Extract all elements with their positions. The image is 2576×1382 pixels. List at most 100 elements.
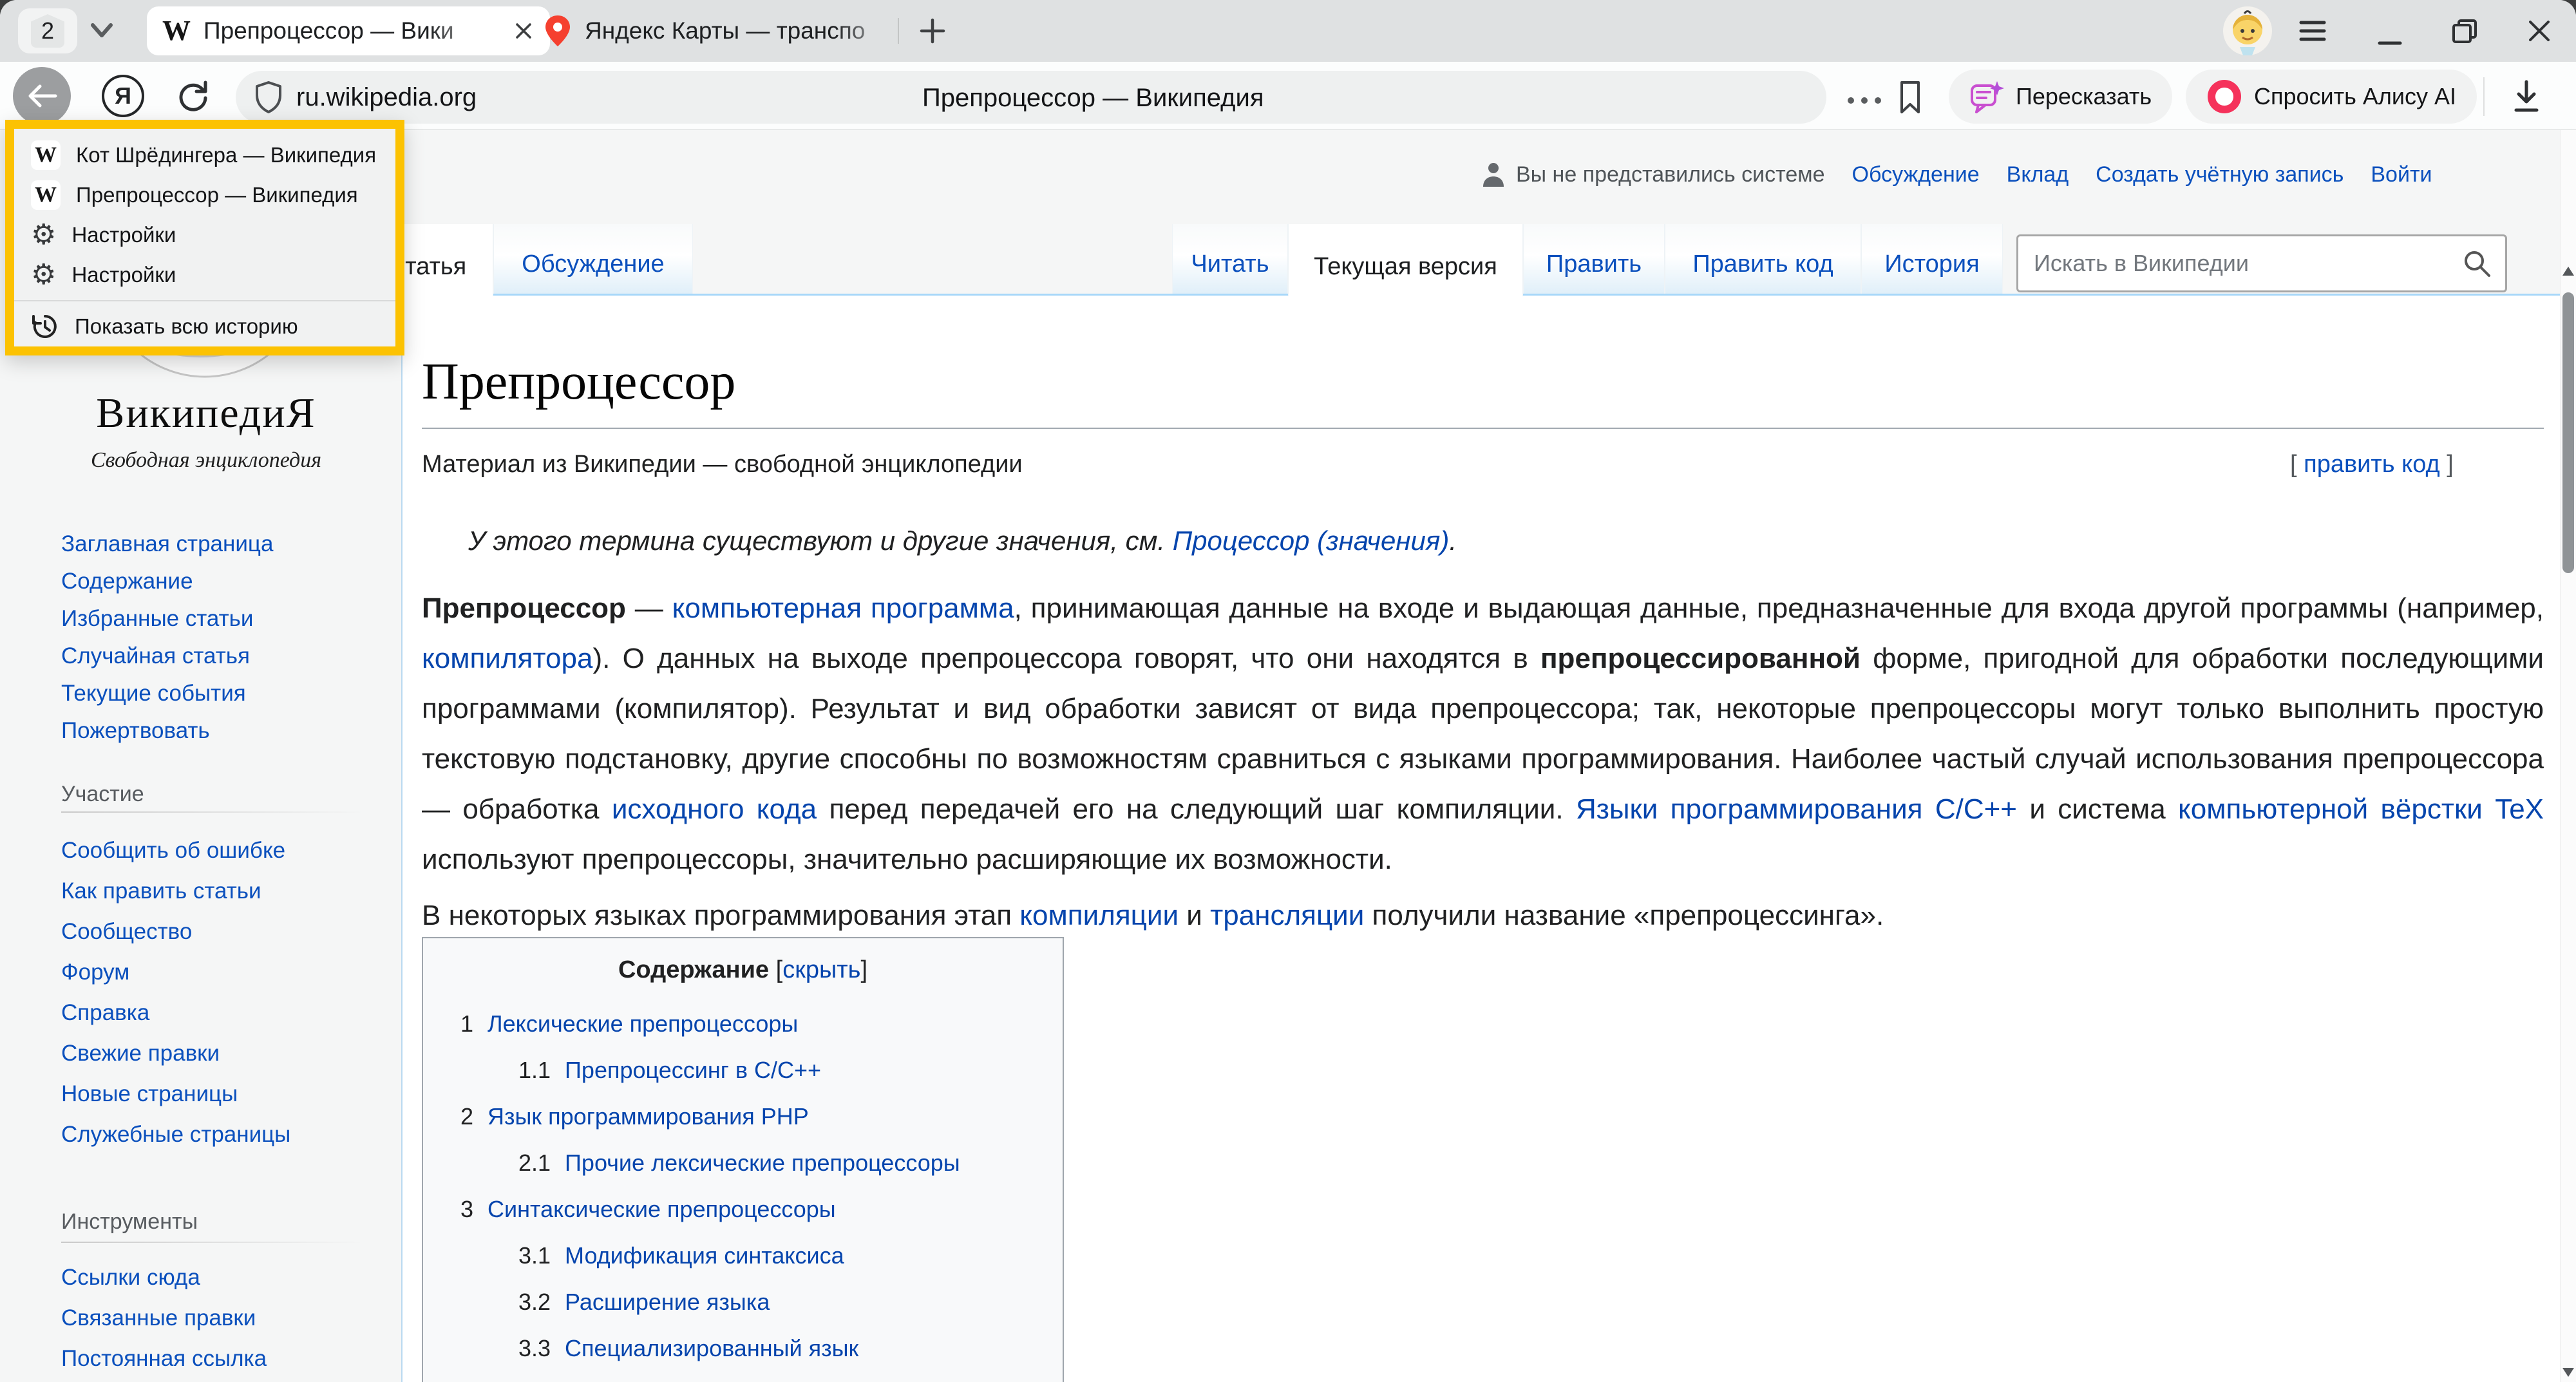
toc-item[interactable]: 3.3Специализированный язык	[436, 1325, 1050, 1372]
wikipedia-tagline: Свободная энциклопедия	[39, 448, 374, 473]
profile-avatar[interactable]	[2223, 6, 2272, 55]
sidebar-item-main-page[interactable]: Заглавная страница	[61, 525, 273, 563]
personal-link-create-account[interactable]: Создать учётную запись	[2096, 162, 2344, 187]
sidebar-item-featured[interactable]: Избранные статьи	[61, 600, 273, 638]
new-tab-button[interactable]	[917, 15, 948, 46]
more-actions-button[interactable]	[1846, 97, 1883, 104]
tab-history[interactable]: История	[1861, 224, 2003, 294]
refresh-button[interactable]	[174, 77, 213, 116]
history-item-schroedinger[interactable]: W Кот Шрёдингера — Википедия	[14, 135, 395, 175]
toc-num: 2	[460, 1093, 473, 1140]
history-item-preprocessor[interactable]: W Препроцессор — Википедия	[14, 175, 395, 215]
link-source-code[interactable]: исходного кода	[612, 793, 817, 825]
toc-item[interactable]: 2Язык программирования PHP	[436, 1093, 1050, 1140]
scroll-down-icon[interactable]	[2562, 1368, 2574, 1377]
search-icon	[2461, 248, 2492, 279]
downloads-button[interactable]	[2510, 79, 2543, 115]
search-submit[interactable]	[2461, 248, 2505, 279]
p2-text: получили название «препроцессинга».	[1364, 900, 1884, 931]
sidebar-item-help[interactable]: Справка	[61, 992, 290, 1033]
summarize-button[interactable]: Пересказать	[1949, 70, 2172, 124]
plus-icon	[917, 15, 948, 46]
p1-text: перед передачей его на следующий шаг ком…	[817, 793, 1576, 825]
toc-item[interactable]: 3.1Модификация синтаксиса	[436, 1233, 1050, 1279]
download-icon	[2510, 79, 2543, 115]
sidebar-item-contents[interactable]: Содержание	[61, 563, 273, 600]
sidebar-item-related-changes[interactable]: Связанные правки	[61, 1298, 267, 1338]
yandex-button[interactable]: Я	[102, 75, 144, 117]
back-button[interactable]	[13, 67, 71, 125]
table-of-contents: Содержание [скрыть] 1Лексические препроц…	[422, 937, 1064, 1382]
link-compiler[interactable]: компилятора	[422, 643, 592, 674]
scrollbar[interactable]	[2560, 130, 2576, 1382]
sidebar-item-what-links-here[interactable]: Ссылки сюда	[61, 1257, 267, 1298]
sidebar-item-random[interactable]: Случайная статья	[61, 638, 273, 675]
tab-discussion[interactable]: Обсуждение	[493, 224, 693, 294]
toc-item[interactable]: 2.1 Прочие лексические препроцессоры	[436, 1140, 1050, 1186]
show-full-history-item[interactable]: Показать всю историю	[14, 307, 395, 346]
tab-current-version[interactable]: Текущая версия	[1288, 224, 1523, 296]
sidebar-item-current-events[interactable]: Текущие события	[61, 675, 273, 712]
summarize-icon	[1969, 79, 2004, 114]
personal-link-contributions[interactable]: Вклад	[2007, 162, 2069, 187]
sidebar-item-permanent-link[interactable]: Постоянная ссылка	[61, 1338, 267, 1379]
wiki-search-input[interactable]	[2018, 250, 2461, 277]
personal-link-discussion[interactable]: Обсуждение	[1852, 162, 1980, 187]
toc-bracket-close: ]	[860, 956, 867, 983]
link-translation[interactable]: трансляции	[1210, 900, 1364, 931]
toc-item[interactable]: 3Синтаксические препроцессоры	[436, 1186, 1050, 1233]
toc-item[interactable]: 3.2Расширение языка	[436, 1279, 1050, 1325]
sidebar-item-community[interactable]: Сообщество	[61, 911, 290, 952]
browser-menu-button[interactable]	[2290, 0, 2335, 62]
tab-count-badge[interactable]: 2	[18, 8, 77, 53]
sidebar-item-special-pages[interactable]: Служебные страницы	[61, 1114, 290, 1155]
ask-alice-button[interactable]: Спросить Алису AI	[2186, 70, 2477, 124]
tabs-dropdown-button[interactable]	[88, 21, 116, 41]
tab-bar: 2 W Препроцессор — Вики Яндекс Карты — т…	[0, 0, 2576, 62]
hatnote-link[interactable]: Процессор (значения)	[1173, 525, 1450, 556]
personal-link-login[interactable]: Войти	[2371, 162, 2432, 187]
close-window-button[interactable]	[2517, 0, 2562, 62]
address-page-title: Препроцессор — Википедия	[922, 84, 1264, 113]
sidebar-item-how-to-edit[interactable]: Как править статьи	[61, 871, 290, 911]
url-text: ru.wikipedia.org	[296, 83, 477, 112]
sidebar-item-donate[interactable]: Пожертвовать	[61, 712, 273, 750]
link-compilation[interactable]: компиляции	[1019, 900, 1179, 931]
edit-source-label[interactable]: править код	[2304, 451, 2440, 478]
scroll-up-icon[interactable]	[2562, 267, 2574, 276]
bracket-open: [	[2290, 451, 2297, 478]
toc-hide-toggle[interactable]: скрыть	[782, 956, 860, 983]
toc-item[interactable]: 1Лексические препроцессоры	[436, 1001, 1050, 1047]
tab-active-wikipedia[interactable]: W Препроцессор — Вики	[147, 6, 550, 55]
tab-edit[interactable]: Править	[1523, 224, 1665, 294]
toc-num: 2.1	[518, 1140, 551, 1186]
restore-button[interactable]	[2442, 0, 2487, 62]
history-item-settings-2[interactable]: Настройки	[14, 255, 395, 295]
tab-yandex-maps[interactable]: Яндекс Карты — транспо	[528, 6, 920, 55]
sidebar-item-report-error[interactable]: Сообщить об ошибке	[61, 830, 290, 871]
tab-title-fade	[833, 17, 904, 44]
sidebar-item-new-pages[interactable]: Новые страницы	[61, 1074, 290, 1114]
link-tex-typesetting[interactable]: компьютерной вёрстки TeX	[2178, 793, 2544, 825]
minimize-button[interactable]	[2367, 0, 2412, 62]
tab-read[interactable]: Читать	[1172, 224, 1288, 294]
sidebar-item-recent-changes[interactable]: Свежие правки	[61, 1033, 290, 1074]
tab-edit-source[interactable]: Править код	[1665, 224, 1861, 294]
bookmark-button[interactable]	[1896, 80, 1924, 115]
p1-bold-term: Препроцессор	[422, 592, 626, 624]
toc-label: Прочие лексические препроцессоры	[565, 1140, 960, 1186]
link-computer-program[interactable]: компьютерная программа	[672, 592, 1014, 624]
wikipedia-wordmark[interactable]: ВикипедиЯ	[39, 389, 374, 438]
toc-item[interactable]: 1.1Препроцессинг в C/C++	[436, 1047, 1050, 1093]
menu-divider	[14, 300, 395, 301]
edit-source-link[interactable]: [ править код ]	[2290, 451, 2454, 478]
hatnote: У этого термина существуют и другие знач…	[468, 525, 1457, 556]
hatnote-text: У этого термина существуют и другие знач…	[468, 525, 1173, 556]
sidebar-item-forum[interactable]: Форум	[61, 952, 290, 992]
scrollbar-thumb[interactable]	[2562, 292, 2574, 573]
bookmark-icon	[1896, 80, 1924, 115]
site-shield-icon	[254, 80, 283, 114]
history-item-settings-1[interactable]: Настройки	[14, 215, 395, 255]
toc-label: Специализированный язык	[565, 1325, 858, 1372]
link-c-cpp-languages[interactable]: Языки программирования C/C++	[1576, 793, 2017, 825]
